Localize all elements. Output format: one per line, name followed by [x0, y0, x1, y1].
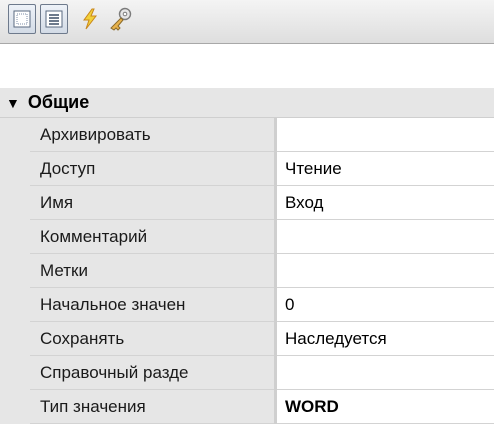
property-name: Начальное значен — [30, 288, 274, 322]
property-value[interactable] — [277, 356, 494, 390]
property-row[interactable]: Архивировать — [0, 118, 494, 152]
categorized-view-button[interactable] — [8, 4, 36, 34]
property-row[interactable]: Доступ Чтение — [0, 152, 494, 186]
row-gutter — [0, 254, 30, 288]
property-pages-button[interactable] — [106, 4, 134, 34]
property-value[interactable]: WORD — [277, 390, 494, 424]
property-name: Справочный разде — [30, 356, 274, 390]
row-gutter — [0, 356, 30, 390]
property-grid-toolbar — [0, 0, 494, 44]
property-name: Комментарий — [30, 220, 274, 254]
property-name: Тип значения — [30, 390, 274, 424]
row-gutter — [0, 152, 30, 186]
property-row[interactable]: Справочный разде — [0, 356, 494, 390]
expand-triangle-icon[interactable]: ▼ — [6, 95, 20, 111]
property-value[interactable] — [277, 254, 494, 288]
property-name: Имя — [30, 186, 274, 220]
alphabetical-icon — [45, 10, 63, 28]
property-value[interactable]: Наследуется — [277, 322, 494, 356]
property-value[interactable]: Вход — [277, 186, 494, 220]
row-gutter — [0, 390, 30, 424]
property-value[interactable] — [277, 118, 494, 152]
property-row[interactable]: Начальное значен 0 — [0, 288, 494, 322]
row-gutter — [0, 322, 30, 356]
property-pages-key-icon — [110, 7, 132, 31]
property-name: Сохранять — [30, 322, 274, 356]
category-header-general[interactable]: ▼ Общие — [0, 88, 494, 118]
property-row[interactable]: Тип значения WORD — [0, 390, 494, 424]
property-row[interactable]: Имя Вход — [0, 186, 494, 220]
property-value[interactable] — [277, 220, 494, 254]
category-label: Общие — [27, 92, 90, 112]
categorized-icon — [13, 10, 31, 28]
events-lightning-icon — [83, 8, 98, 30]
row-gutter — [0, 220, 30, 254]
property-row[interactable]: Сохранять Наследуется — [0, 322, 494, 356]
property-row[interactable]: Метки — [0, 254, 494, 288]
property-value[interactable]: 0 — [277, 288, 494, 322]
property-name: Доступ — [30, 152, 274, 186]
row-gutter — [0, 288, 30, 322]
alphabetical-view-button[interactable] — [40, 4, 68, 34]
property-row[interactable]: Комментарий — [0, 220, 494, 254]
row-gutter — [0, 186, 30, 220]
property-name: Архивировать — [30, 118, 274, 152]
events-button[interactable] — [76, 4, 104, 34]
row-gutter — [0, 118, 30, 152]
property-name: Метки — [30, 254, 274, 288]
property-value[interactable]: Чтение — [277, 152, 494, 186]
property-rows: Архивировать Доступ Чтение Имя Вход Комм… — [0, 118, 494, 424]
